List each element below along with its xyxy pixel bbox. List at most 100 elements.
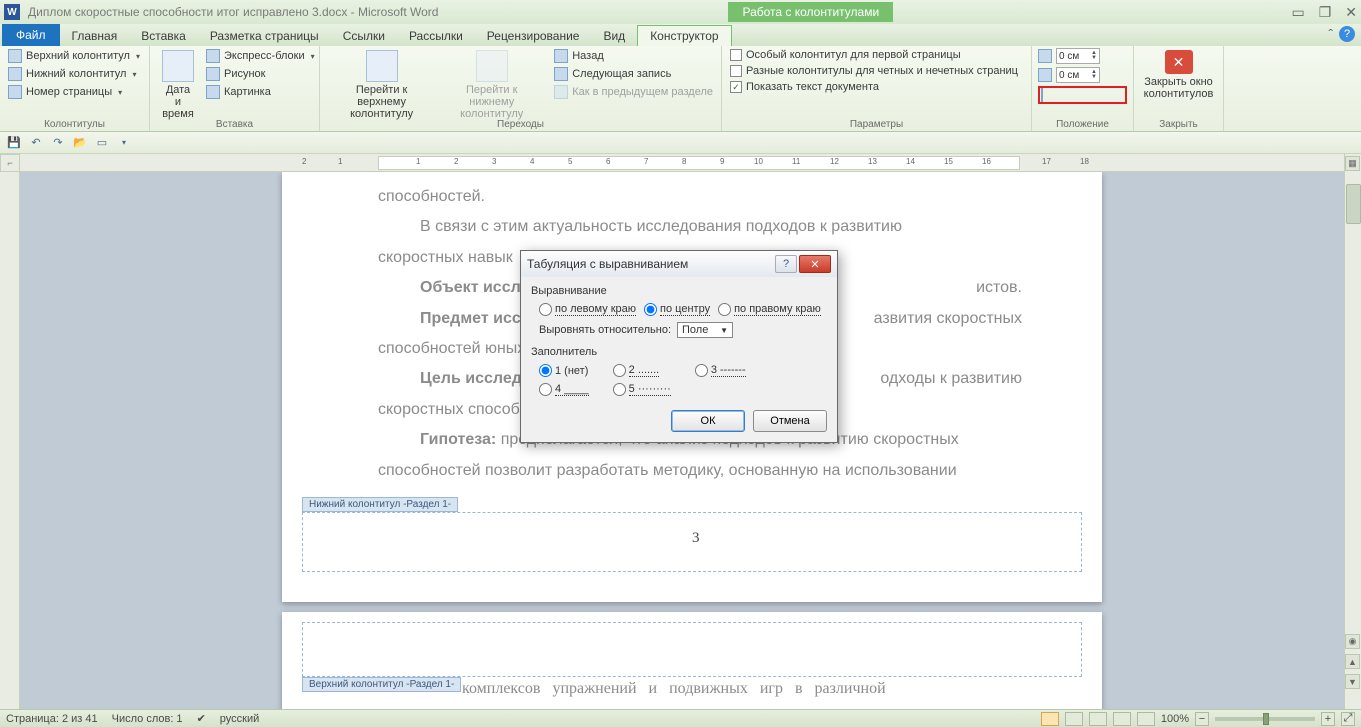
alignment-section-label: Выравнивание: [531, 285, 827, 297]
page-status[interactable]: Страница: 2 из 41: [6, 713, 98, 725]
restore-button[interactable]: ❐: [1319, 4, 1332, 21]
close-window-button[interactable]: ✕: [1345, 4, 1357, 21]
tab-page-layout[interactable]: Разметка страницы: [198, 26, 331, 46]
tab-review[interactable]: Рецензирование: [475, 26, 592, 46]
vertical-scrollbar[interactable]: ▦ ◉ ▲ ▼: [1344, 154, 1361, 709]
clipart-icon: [206, 85, 220, 99]
undo-button[interactable]: ↶: [28, 135, 44, 151]
align-left-radio[interactable]: по левому краю: [539, 303, 636, 316]
leader-4-radio[interactable]: 4 ____: [539, 383, 589, 396]
tab-references[interactable]: Ссылки: [331, 26, 397, 46]
ruler-corner: ⌐: [0, 154, 20, 172]
scrollbar-thumb[interactable]: [1346, 184, 1361, 224]
minimize-ribbon-button[interactable]: ˆ: [1328, 26, 1333, 42]
footer-icon: [8, 67, 22, 81]
zoom-in-button[interactable]: +: [1321, 712, 1335, 726]
word-count-status[interactable]: Число слов: 1: [112, 713, 183, 725]
tab-file[interactable]: Файл: [2, 24, 60, 46]
tab-view[interactable]: Вид: [591, 26, 637, 46]
footer-section-tag[interactable]: Нижний колонтитул -Раздел 1-: [302, 497, 458, 512]
vertical-ruler[interactable]: [0, 172, 20, 709]
header-top-icon: [1038, 49, 1052, 63]
goto-footer-icon: [476, 50, 508, 82]
help-button[interactable]: ?: [1339, 26, 1355, 42]
checkbox-icon: ✓: [730, 81, 742, 93]
clipart-button[interactable]: Картинка: [204, 84, 317, 100]
browse-object-button[interactable]: ◉: [1345, 634, 1360, 649]
zoom-out-button[interactable]: −: [1195, 712, 1209, 726]
zoom-level[interactable]: 100%: [1161, 713, 1189, 725]
calendar-icon: [162, 50, 194, 82]
leader-1-radio[interactable]: 1 (нет): [539, 364, 589, 377]
status-bar: Страница: 2 из 41 Число слов: 1 ✔ русски…: [0, 709, 1361, 727]
align-right-radio[interactable]: по правому краю: [718, 303, 821, 316]
close-icon: ✕: [1165, 50, 1193, 74]
prev-page-button[interactable]: ▲: [1345, 654, 1360, 669]
show-document-checkbox[interactable]: ✓Показать текст документа: [728, 80, 1025, 94]
ruler-toggle[interactable]: ▦: [1345, 156, 1360, 171]
fit-button[interactable]: ⤢: [1341, 712, 1355, 726]
leader-2-radio[interactable]: 2 .......: [613, 364, 671, 377]
leader-section-label: Заполнитель: [531, 346, 827, 358]
new-button[interactable]: ▭: [94, 135, 110, 151]
ribbon: Верхний колонтитул▾ Нижний колонтитул▾ Н…: [0, 46, 1361, 132]
header-area[interactable]: [302, 622, 1082, 677]
align-center-radio[interactable]: по центру: [644, 303, 710, 316]
language-status[interactable]: русский: [220, 713, 259, 725]
fullscreen-view[interactable]: [1065, 712, 1083, 726]
horizontal-ruler[interactable]: 21 123 456 789 101112 131415 161718: [20, 154, 1344, 172]
footer-button[interactable]: Нижний колонтитул▾: [6, 66, 143, 82]
footer-bottom-spin[interactable]: 0 см▲▼: [1056, 67, 1100, 83]
group-insert: Вставка: [150, 119, 319, 130]
ok-button[interactable]: ОК: [671, 410, 745, 432]
minimize-button[interactable]: ▭: [1291, 4, 1304, 21]
zoom-slider[interactable]: [1215, 717, 1315, 721]
group-navigation: Переходы: [320, 119, 721, 130]
spellcheck-icon[interactable]: ✔: [197, 712, 206, 725]
picture-icon: [206, 67, 220, 81]
redo-button[interactable]: ↷: [50, 135, 66, 151]
web-view[interactable]: [1089, 712, 1107, 726]
tab-insert[interactable]: Вставка: [129, 26, 198, 46]
dialog-help-button[interactable]: ?: [775, 255, 797, 273]
page-number-button[interactable]: Номер страницы▾: [6, 84, 143, 100]
save-button[interactable]: 💾: [6, 135, 22, 151]
different-first-checkbox[interactable]: Особый колонтитул для первой страницы: [728, 48, 1025, 62]
link-previous-button: Как в предыдущем разделе: [552, 84, 715, 100]
open-button[interactable]: 📂: [72, 135, 88, 151]
insert-alignment-tab-highlight: [1038, 86, 1127, 104]
quick-parts-button[interactable]: Экспресс-блоки▾: [204, 48, 317, 64]
picture-button[interactable]: Рисунок: [204, 66, 317, 82]
insert-alignment-tab-button[interactable]: [1041, 88, 1043, 102]
page-number-text: 3: [692, 530, 700, 547]
prev-icon: [554, 49, 568, 63]
draft-view[interactable]: [1137, 712, 1155, 726]
goto-header-icon: [366, 50, 398, 82]
outline-view[interactable]: [1113, 712, 1131, 726]
print-layout-view[interactable]: [1041, 712, 1059, 726]
document-text-2[interactable]: комплексов упражнений и подвижных игр в …: [462, 680, 1022, 698]
align-relative-select[interactable]: Поле▼: [677, 322, 733, 338]
dialog-close-button[interactable]: ✕: [799, 255, 831, 273]
group-options: Параметры: [722, 119, 1031, 130]
header-section-tag[interactable]: Верхний колонтитул -Раздел 1-: [302, 677, 461, 692]
quick-parts-icon: [206, 49, 220, 63]
tab-mailings[interactable]: Рассылки: [397, 26, 475, 46]
next-page-button[interactable]: ▼: [1345, 674, 1360, 689]
header-top-spin[interactable]: 0 см▲▼: [1056, 48, 1100, 64]
tab-home[interactable]: Главная: [60, 26, 130, 46]
next-icon: [554, 67, 568, 81]
close-header-footer-button[interactable]: ✕ Закрыть окно колонтитулов: [1140, 48, 1217, 102]
cancel-button[interactable]: Отмена: [753, 410, 827, 432]
title-bar: W Диплом скоростные способности итог исп…: [0, 0, 1361, 24]
next-button[interactable]: Следующая запись: [552, 66, 715, 82]
leader-3-radio[interactable]: 3 -------: [695, 364, 746, 377]
qat-customize[interactable]: ▾: [116, 135, 132, 151]
checkbox-icon: [730, 65, 742, 77]
group-close: Закрыть: [1134, 119, 1223, 130]
leader-5-radio[interactable]: 5 ·········: [613, 383, 671, 396]
different-odd-even-checkbox[interactable]: Разные колонтитулы для четных и нечетных…: [728, 64, 1025, 78]
tab-design[interactable]: Конструктор: [637, 25, 731, 46]
header-button[interactable]: Верхний колонтитул▾: [6, 48, 143, 64]
previous-button[interactable]: Назад: [552, 48, 715, 64]
